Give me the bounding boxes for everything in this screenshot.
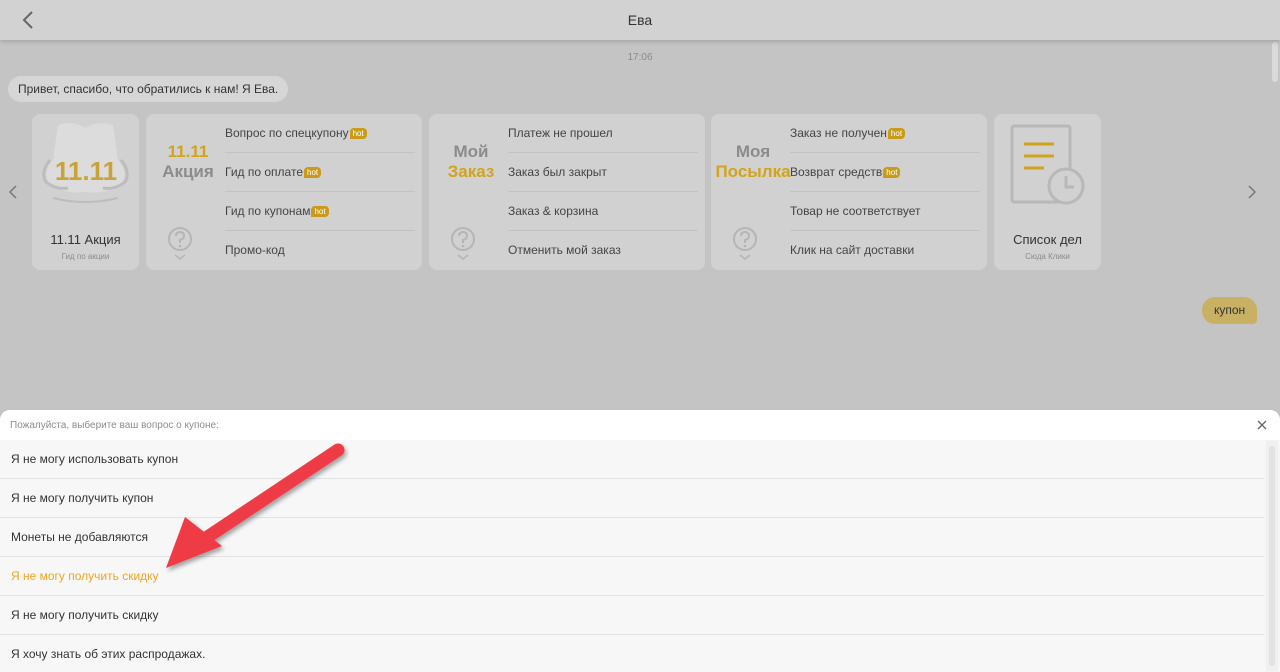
carousel-prev-button[interactable] [5, 182, 21, 202]
card-heading-line2: Акция [162, 162, 214, 181]
hot-badge: hot [887, 128, 906, 139]
card-heading-line1: Моя [735, 142, 771, 161]
chevron-left-icon [9, 185, 17, 199]
todo-list-icon [1010, 124, 1085, 205]
carousel-next-button[interactable] [1244, 182, 1260, 202]
parcel-links-card: Моя Посылка Заказ не получен hot Возврат … [711, 114, 987, 270]
hot-badge: hot [349, 128, 367, 139]
card-link-special-coupon[interactable]: Вопрос по спецкупону hot [225, 114, 415, 153]
card-link-payment-guide[interactable]: Гид по оплате hot [225, 153, 415, 192]
card-link-cancel-order[interactable]: Отменить мой заказ [508, 231, 698, 270]
card-links: Вопрос по спецкупону hot Гид по оплате hot… [225, 114, 415, 270]
card-link-label: Отменить мой заказ [508, 243, 621, 257]
promo-card[interactable]: 11.11 11.11 Акция Гид по акции [32, 114, 139, 270]
card-heading: Мой Заказ [433, 142, 509, 182]
todo-card[interactable]: Список дел Сюда Клики [994, 114, 1101, 270]
promo-card-sub: Гид по акции [61, 252, 110, 261]
chat-title: Ева [627, 12, 653, 28]
help-icon [733, 227, 757, 260]
card-link-refund[interactable]: Возврат средств hot [790, 153, 980, 192]
promo-links-card: 11.11 Акция Вопрос по спецкупону hot Гид … [146, 114, 422, 270]
todo-card-label: Список дел [1013, 232, 1082, 247]
sheet-title: Пожалуйста, выберите ваш вопрос о купоне… [10, 420, 219, 431]
card-link-label: Заказ был закрыт [508, 165, 607, 179]
option-cant-get-discount[interactable]: Я не могу получить скидку [0, 596, 1264, 635]
card-link-order-cart[interactable]: Заказ & корзина [508, 192, 698, 231]
bot-message: Привет, спасибо, что обратились к нам! Я… [8, 76, 289, 102]
card-link-label: Гид по купонам [225, 204, 311, 218]
card-links: Заказ не получен hot Возврат средств hot Т… [790, 114, 980, 270]
hot-badge: hot [311, 206, 329, 217]
option-list: Я не могу использовать купон Я не могу п… [0, 440, 1264, 672]
todo-card-sub: Сюда Клики [1025, 252, 1070, 261]
order-links-card: Мой Заказ Платеж не прошел Заказ был зак… [429, 114, 705, 270]
chevron-right-icon [1248, 185, 1256, 199]
card-heading-line1: 11.11 [167, 142, 209, 161]
option-cant-get-discount-highlighted[interactable]: Я не могу получить скидку [0, 557, 1264, 596]
card-link-order-closed[interactable]: Заказ был закрыт [508, 153, 698, 192]
promo-art: 11.11 [38, 120, 133, 205]
card-heading: Моя Посылка [715, 142, 791, 182]
card-link-label: Платеж не прошел [508, 126, 613, 140]
sheet-scrollbar-thumb[interactable] [1269, 446, 1275, 666]
card-link-label: Вопрос по спецкупону [225, 126, 349, 140]
close-icon [1257, 420, 1267, 430]
coupon-question-sheet: Пожалуйста, выберите ваш вопрос о купоне… [0, 410, 1280, 672]
help-icon [451, 227, 475, 260]
card-links: Платеж не прошел Заказ был закрыт Заказ … [508, 114, 698, 270]
card-link-label: Товар не соответствует [790, 204, 921, 218]
card-link-item-mismatch[interactable]: Товар не соответствует [790, 192, 980, 231]
card-heading-line2: Заказ [447, 162, 495, 181]
card-link-label: Клик на сайт доставки [790, 243, 915, 257]
promo-art-text: 11.11 [55, 156, 117, 186]
card-link-label: Возврат средств [790, 165, 883, 179]
card-heading-line1: Мой [453, 142, 489, 161]
card-heading: 11.11 Акция [150, 142, 226, 182]
sheet-close-button[interactable] [1255, 418, 1269, 432]
option-sales-info[interactable]: Я хочу знать об этих распродажах. [0, 635, 1264, 672]
message-timestamp: 17:06 [627, 52, 653, 63]
card-link-label: Заказ не получен [790, 126, 887, 140]
sheet-header: Пожалуйста, выберите ваш вопрос о купоне… [0, 410, 1280, 440]
card-link-promo-code[interactable]: Промо-код [225, 231, 415, 270]
card-link-label: Заказ & корзина [508, 204, 599, 218]
option-cant-get-coupon[interactable]: Я не могу получить купон [0, 479, 1264, 518]
promo-card-label: 11.11 Акция [50, 232, 121, 247]
option-coins-not-added[interactable]: Монеты не добавляются [0, 518, 1264, 557]
card-link-payment-failed[interactable]: Платеж не прошел [508, 114, 698, 153]
card-link-label: Гид по оплате [225, 165, 303, 179]
card-heading-line2: Посылка [715, 162, 791, 181]
card-link-label: Промо-код [225, 243, 285, 257]
card-link-order-not-received[interactable]: Заказ не получен hot [790, 114, 980, 153]
card-link-coupon-guide[interactable]: Гид по купонам hot [225, 192, 415, 231]
hot-badge: hot [883, 167, 901, 178]
user-message: купон [1202, 297, 1258, 324]
help-icon [168, 227, 192, 260]
card-link-delivery-site[interactable]: Клик на сайт доставки [790, 231, 980, 270]
chat-header: Ева [0, 0, 1280, 40]
hot-badge: hot [304, 167, 322, 178]
option-cant-use-coupon[interactable]: Я не могу использовать купон [0, 440, 1264, 479]
sheet-scrollbar[interactable] [1266, 440, 1278, 672]
